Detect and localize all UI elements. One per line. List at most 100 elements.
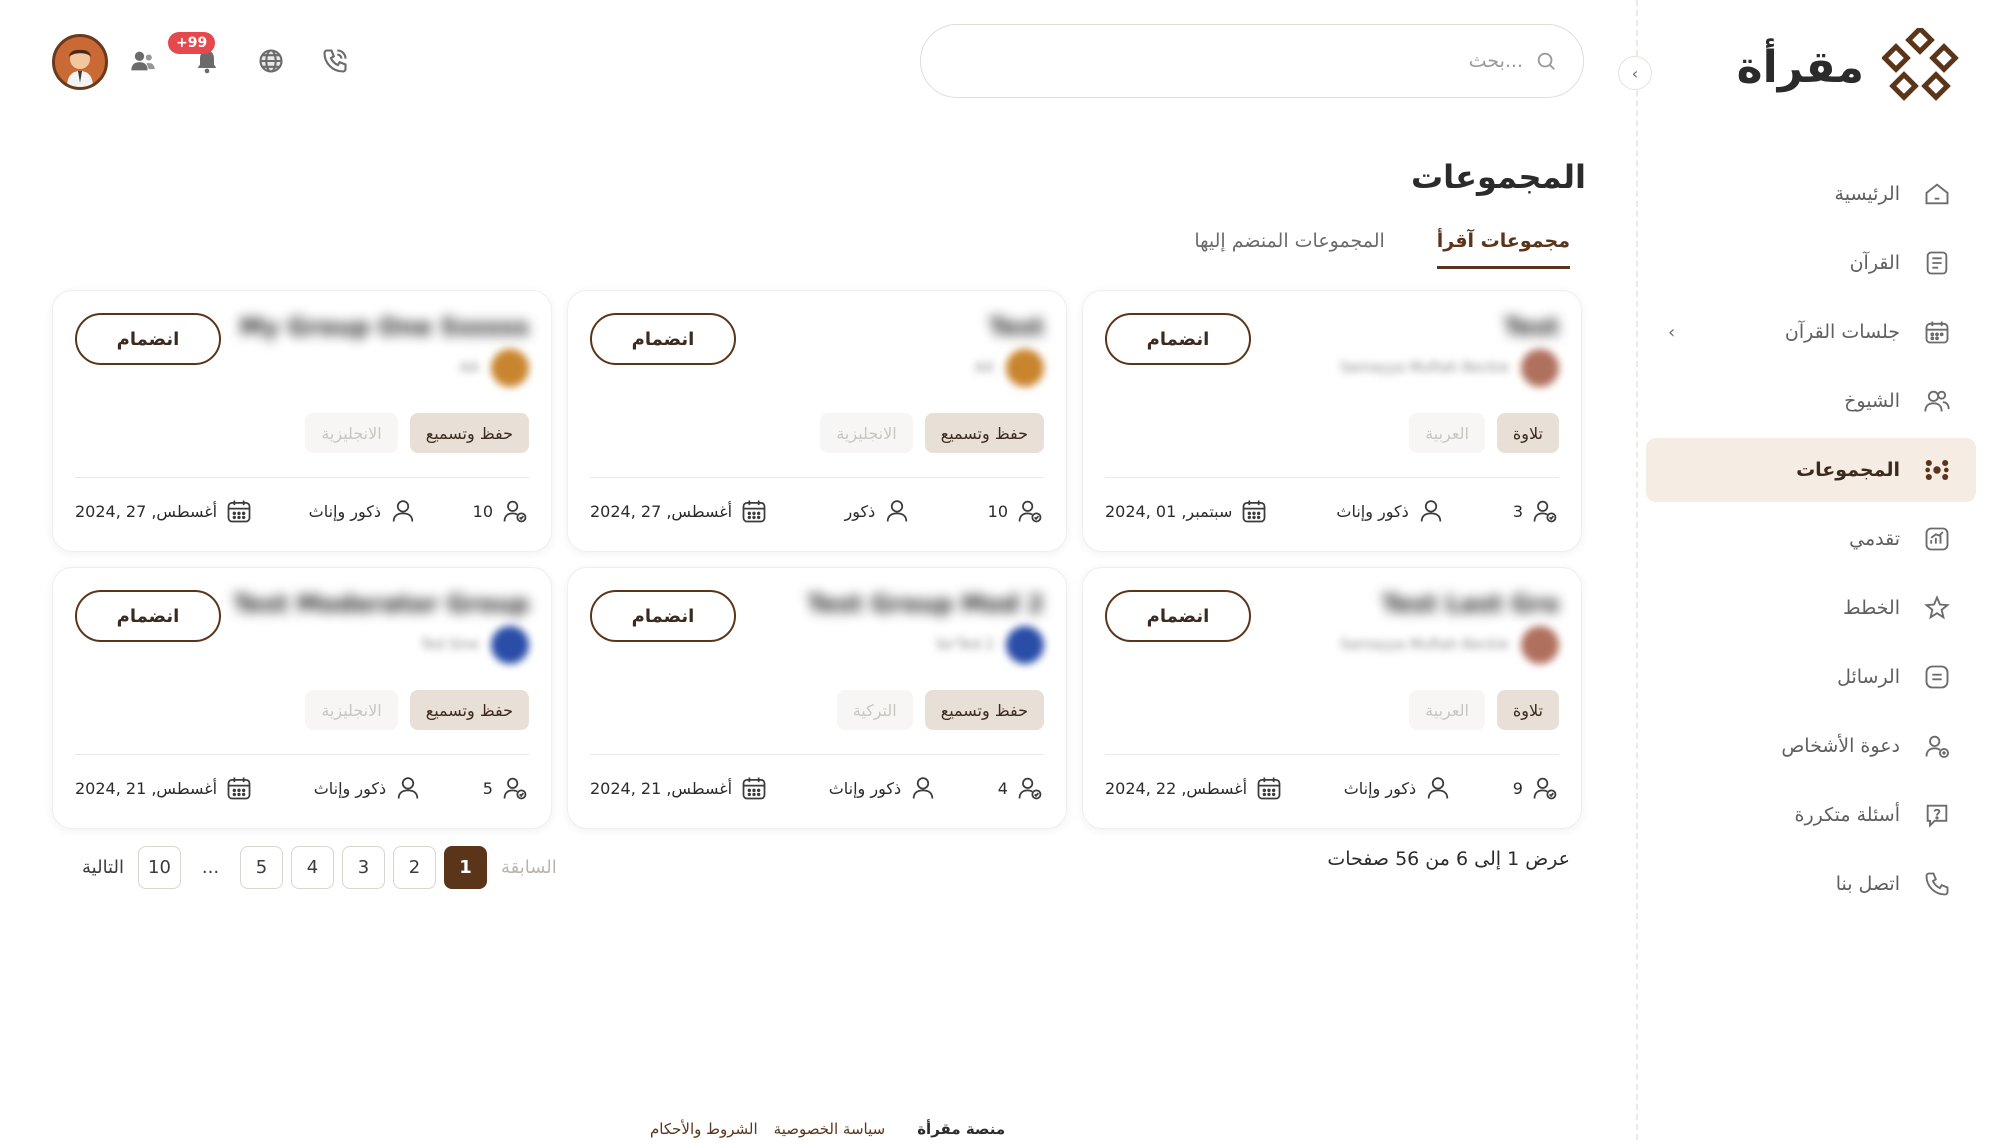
- users-icon[interactable]: [128, 46, 158, 76]
- group-type-chip: تلاوة: [1496, 690, 1559, 730]
- group-date: أغسطس, 27 ,2024: [75, 497, 253, 525]
- group-date: أغسطس, 27 ,2024: [590, 497, 768, 525]
- page-button-3[interactable]: 3: [341, 846, 385, 889]
- page-button-1[interactable]: 1: [443, 846, 487, 889]
- group-tags: حفظ وتسميع الانجليزية: [305, 413, 529, 453]
- members-count: 10: [988, 497, 1044, 525]
- chevron-left-icon[interactable]: ‹: [1668, 322, 1675, 343]
- sidebar-item-messages[interactable]: الرسائل: [1646, 645, 1976, 709]
- chevron-left-icon: ‹: [1631, 63, 1639, 83]
- group-language-chip: الانجليزية: [305, 690, 398, 730]
- owner-avatar: [1521, 626, 1559, 664]
- owner-avatar: [491, 349, 529, 387]
- members-value: 9: [1512, 778, 1523, 798]
- page-button-5[interactable]: 5: [239, 846, 283, 889]
- person-icon: [909, 774, 937, 802]
- group-card[interactable]: انضمام Test Last Gro Samayya Muftah Beckie…: [1082, 567, 1582, 829]
- person-icon: [389, 497, 417, 525]
- search-input[interactable]: بحث...: [920, 24, 1584, 98]
- sidebar-item-home[interactable]: الرئيسية: [1646, 162, 1976, 226]
- card-divider: [590, 754, 1044, 755]
- sidebar-item-sessions[interactable]: جلسات القرآن ‹: [1646, 300, 1976, 364]
- card-divider: [75, 754, 529, 755]
- members-value: 5: [482, 778, 493, 798]
- plan-icon: [1922, 593, 1952, 623]
- faq-icon: [1922, 800, 1952, 830]
- sidebar-item-faq[interactable]: أسئلة متكررة: [1646, 783, 1976, 847]
- sidebar-collapse-button[interactable]: ‹: [1618, 56, 1652, 90]
- members-value: 10: [472, 501, 493, 521]
- members-icon: [1531, 497, 1559, 525]
- owner-avatar: [491, 626, 529, 664]
- sidebar-item-label: اتصل بنا: [1835, 873, 1900, 895]
- group-card[interactable]: انضمام Test Moderator Group Ted Sine حفظ وت…: [52, 567, 552, 829]
- tab-iqra-groups[interactable]: مجموعات آقرأ: [1436, 230, 1570, 269]
- group-meta: 10 ذكور وإناث أغسطس, 27 ,2024: [75, 491, 529, 531]
- globe-icon[interactable]: [256, 46, 286, 76]
- join-button[interactable]: انضمام: [590, 590, 736, 642]
- page-button-last[interactable]: 10: [137, 846, 181, 889]
- members-icon: [1016, 497, 1044, 525]
- sidebar-item-label: الخطط: [1843, 597, 1900, 619]
- calendar-icon: [225, 774, 253, 802]
- group-card[interactable]: انضمام Test Group Mod 2 Se'Ted 2 حفظ وتسميع…: [567, 567, 1067, 829]
- phone-call-icon[interactable]: [320, 46, 350, 76]
- owner-name: Ted Sine: [420, 637, 479, 653]
- sidebar-nav: الرئيسية القرآن جلسات القرآن ‹ الشيوخ ال…: [1646, 162, 1976, 921]
- footer-terms-link[interactable]: الشروط والأحكام: [650, 1120, 758, 1138]
- date-value: سبتمبر, 01 ,2024: [1105, 501, 1233, 521]
- calendar-icon: [1240, 497, 1268, 525]
- join-button[interactable]: انضمام: [1105, 590, 1251, 642]
- join-button[interactable]: انضمام: [75, 590, 221, 642]
- sidebar-item-plans[interactable]: الخطط: [1646, 576, 1976, 640]
- sidebar-item-groups[interactable]: المجموعات: [1646, 438, 1976, 502]
- group-name: Test: [1503, 313, 1559, 341]
- members-icon: [501, 774, 529, 802]
- group-type-chip: حفظ وتسميع: [409, 413, 529, 453]
- app-logo[interactable]: مقرأة: [1737, 28, 1960, 106]
- members-icon: [1016, 774, 1044, 802]
- group-owner: Se'Ted 2: [936, 626, 1044, 664]
- group-name: Test: [988, 313, 1044, 341]
- group-language-chip: الانجليزية: [305, 413, 398, 453]
- tab-joined-groups[interactable]: المجموعات المنضم إليها: [1194, 230, 1384, 269]
- card-divider: [75, 477, 529, 478]
- sidebar-item-invite[interactable]: دعوة الأشخاص: [1646, 714, 1976, 778]
- sidebar-item-label: الرسائل: [1837, 666, 1900, 688]
- gender-value: ذكور وإناث: [1343, 778, 1417, 798]
- group-date: أغسطس, 21 ,2024: [590, 774, 768, 802]
- book-icon: [1922, 248, 1952, 278]
- sidebar-item-sheikhs[interactable]: الشيوخ: [1646, 369, 1976, 433]
- group-card[interactable]: انضمام Test Samayya Muftah Beckie تلاوة العر…: [1082, 290, 1582, 552]
- group-card[interactable]: انضمام Test AA حفظ وتسميع الانجليزية 10 ذكور أغ…: [567, 290, 1067, 552]
- group-language-chip: الانجليزية: [820, 413, 913, 453]
- group-tabs: مجموعات آقرأ المجموعات المنضم إليها: [1194, 230, 1570, 269]
- members-value: 3: [1512, 501, 1523, 521]
- join-button[interactable]: انضمام: [1105, 313, 1251, 365]
- page-button-2[interactable]: 2: [392, 846, 436, 889]
- group-tags: تلاوة العربية: [1409, 413, 1559, 453]
- next-page-button[interactable]: التالية: [76, 857, 130, 878]
- prev-page-button[interactable]: السابقة: [495, 857, 563, 878]
- sidebar-item-label: الشيوخ: [1844, 390, 1900, 412]
- group-meta: 9 ذكور وإناث أغسطس, 22 ,2024: [1105, 768, 1559, 808]
- avatar[interactable]: [52, 34, 108, 90]
- group-card[interactable]: انضمام My Group One Ssssss AA حفظ وتسميع الا…: [52, 290, 552, 552]
- members-icon: [501, 497, 529, 525]
- calendar-icon: [740, 497, 768, 525]
- join-button[interactable]: انضمام: [590, 313, 736, 365]
- sidebar-item-label: القرآن: [1849, 252, 1900, 274]
- sidebar-item-contact[interactable]: اتصل بنا: [1646, 852, 1976, 916]
- join-button[interactable]: انضمام: [75, 313, 221, 365]
- page-button-4[interactable]: 4: [290, 846, 334, 889]
- group-tags: تلاوة العربية: [1409, 690, 1559, 730]
- group-gender: ذكور وإناث: [1336, 497, 1444, 525]
- owner-name: Samayya Muftah Beckie: [1340, 637, 1509, 653]
- group-tags: حفظ وتسميع التركية: [836, 690, 1044, 730]
- members-icon: [1531, 774, 1559, 802]
- group-language-chip: العربية: [1409, 690, 1485, 730]
- sidebar-item-progress[interactable]: تقدمي: [1646, 507, 1976, 571]
- sidebar-item-quran[interactable]: القرآن: [1646, 231, 1976, 295]
- footer-privacy-link[interactable]: سياسة الخصوصية: [774, 1120, 886, 1138]
- sidebar-item-label: أسئلة متكررة: [1794, 804, 1900, 826]
